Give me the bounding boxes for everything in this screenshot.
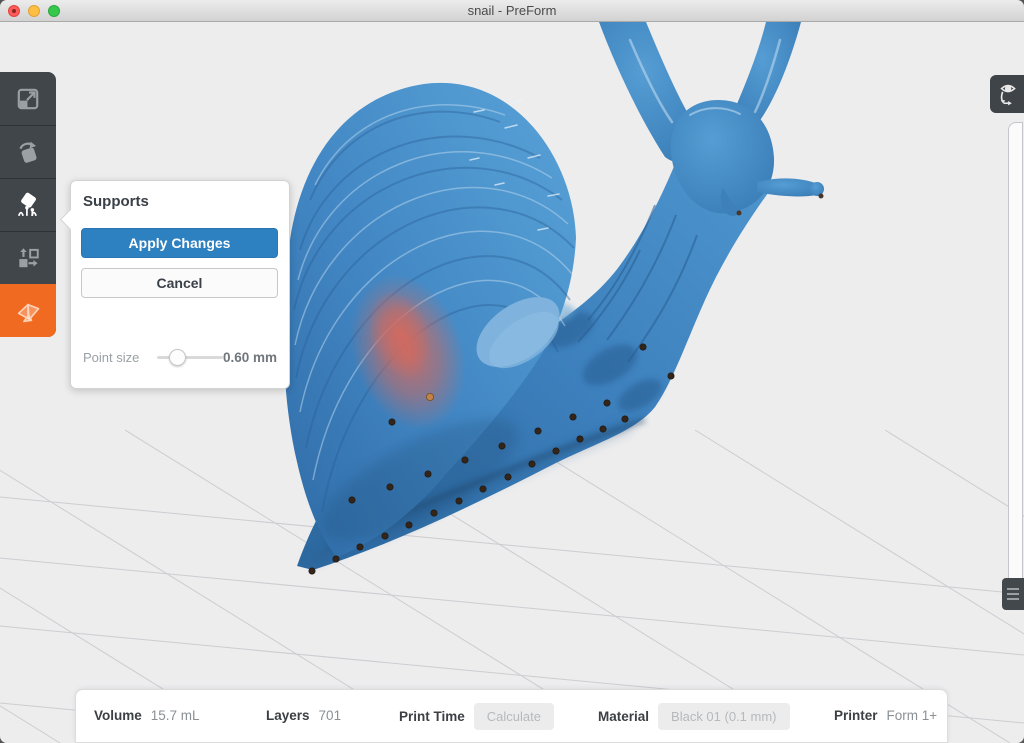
point-size-slider[interactable] — [157, 345, 223, 369]
preform-window: snail - PreForm — [0, 0, 1024, 743]
point-size-row: Point size 0.60 mm — [83, 345, 277, 369]
panel-title: Supports — [83, 193, 149, 210]
printer-value: Form 1+ — [887, 703, 938, 729]
viewport-3d[interactable]: Supports Apply Changes Cancel Point size… — [0, 22, 1024, 743]
tool-rotate[interactable] — [0, 125, 56, 178]
layout-move-icon — [15, 245, 41, 271]
tool-print[interactable] — [0, 284, 56, 337]
tool-layout[interactable] — [0, 231, 56, 284]
cancel-button[interactable]: Cancel — [81, 268, 278, 298]
slider-track[interactable] — [157, 356, 223, 359]
scale-icon — [15, 86, 41, 112]
titlebar[interactable]: snail - PreForm — [0, 0, 1024, 22]
status-bar: Volume 15.7 mL Layers 701 Print Time Cal… — [75, 689, 948, 743]
supports-icon — [15, 192, 41, 218]
orbit-view-button[interactable] — [990, 75, 1024, 113]
volume-group: Volume 15.7 mL — [94, 703, 200, 729]
point-size-label: Point size — [83, 350, 149, 365]
window-title: snail - PreForm — [0, 3, 1024, 18]
print-time-label: Print Time — [399, 704, 465, 730]
grip-lines-icon — [1007, 588, 1019, 590]
volume-label: Volume — [94, 703, 142, 729]
printer-label: Printer — [834, 703, 878, 729]
layer-slider-track[interactable] — [1008, 122, 1023, 598]
point-size-value: 0.60 mm — [223, 350, 277, 365]
material-label: Material — [598, 704, 649, 730]
supports-panel: Supports Apply Changes Cancel Point size… — [70, 180, 290, 389]
butterfly-print-icon — [14, 297, 42, 325]
support-point-selected[interactable] — [426, 393, 433, 400]
slider-handle[interactable] — [169, 349, 186, 366]
snail-model[interactable] — [284, 22, 824, 574]
layer-slider-handle[interactable] — [1002, 578, 1024, 610]
print-time-group: Print Time Calculate — [399, 703, 554, 730]
calculate-button[interactable]: Calculate — [474, 703, 554, 730]
printer-group: Printer Form 1+ — [834, 703, 937, 729]
eye-orbit-icon — [996, 81, 1018, 107]
tool-sidebar — [0, 72, 56, 337]
layers-label: Layers — [266, 703, 310, 729]
apply-changes-button[interactable]: Apply Changes — [81, 228, 278, 258]
tool-scale[interactable] — [0, 72, 56, 125]
layers-value: 701 — [319, 703, 342, 729]
material-group: Material Black 01 (0.1 mm) — [598, 703, 790, 730]
material-button[interactable]: Black 01 (0.1 mm) — [658, 703, 789, 730]
rotate-icon — [15, 139, 41, 165]
layers-group: Layers 701 — [266, 703, 341, 729]
volume-value: 15.7 mL — [151, 703, 200, 729]
tool-supports[interactable] — [0, 178, 56, 231]
